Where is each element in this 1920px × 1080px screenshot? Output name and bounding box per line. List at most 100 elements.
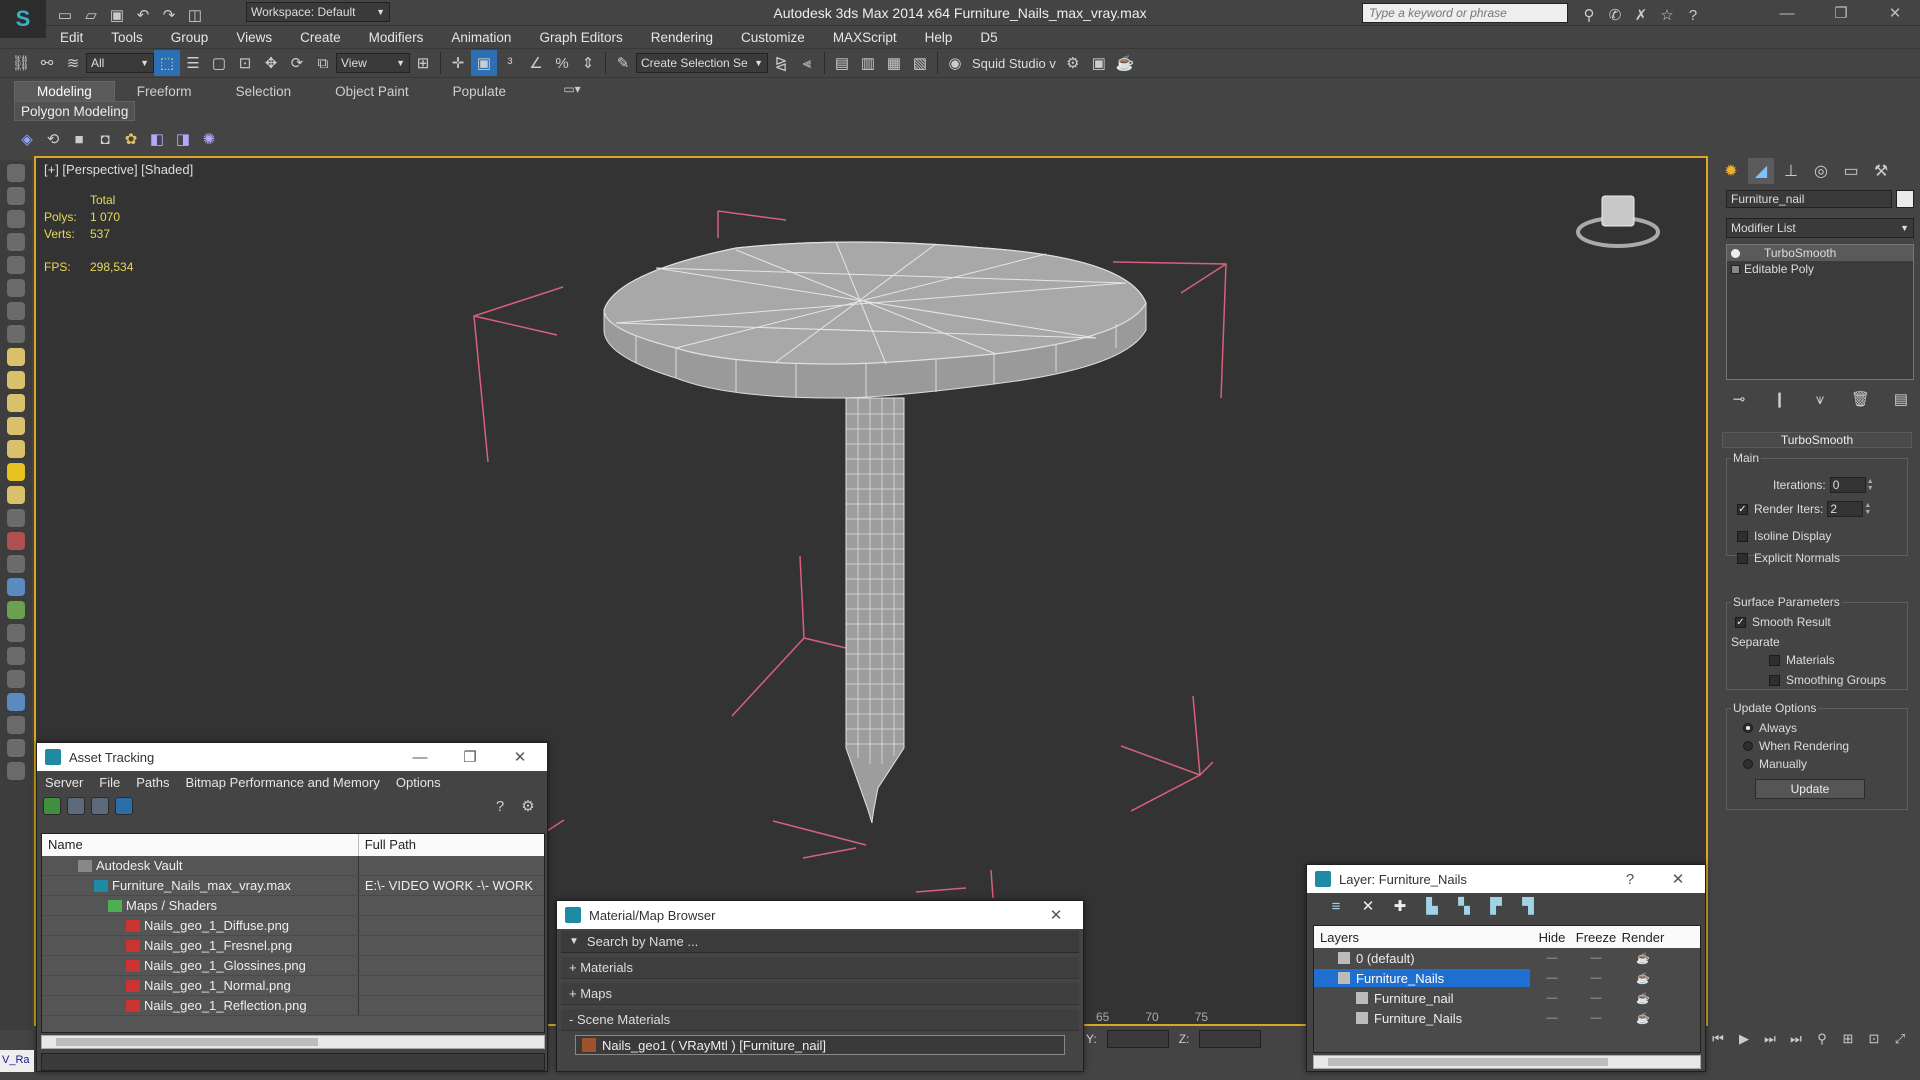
menu-item-tools[interactable]: Tools [97, 30, 157, 45]
maximize-viewport-icon[interactable]: ⤢ [1888, 1028, 1912, 1050]
close-button[interactable]: ✕ [1868, 0, 1920, 26]
layers-icon[interactable]: ◨ [170, 126, 196, 152]
explicit-normals-checkbox[interactable] [1737, 552, 1748, 564]
communication-icon[interactable]: ✆ [1602, 2, 1628, 28]
material-browser-titlebar[interactable]: Material/Map Browser ✕ [557, 901, 1083, 929]
binoculars-icon[interactable]: ⚲ [1576, 2, 1602, 28]
stack-item-turbosmooth[interactable]: TurboSmooth [1727, 245, 1913, 261]
menu-item-animation[interactable]: Animation [437, 30, 525, 45]
add-to-layer-icon[interactable]: ✚ [1389, 895, 1411, 917]
column-header-freeze[interactable]: Freeze [1574, 930, 1618, 945]
tool-icon[interactable] [7, 164, 25, 182]
select-object-icon[interactable]: ⬚ [154, 50, 180, 76]
minimize-button[interactable]: — [1760, 0, 1814, 26]
menu-item-group[interactable]: Group [157, 30, 223, 45]
settings-icon[interactable]: ⚙ [515, 793, 541, 819]
ribbon-tab-modeling[interactable]: Modeling [14, 80, 115, 102]
snaps-toggle-icon[interactable]: ³ [497, 50, 523, 76]
curve-editor-icon[interactable]: ▦ [881, 50, 907, 76]
layer-row[interactable]: Furniture_nail — — ☕ [1314, 988, 1700, 1008]
column-header-layers[interactable]: Layers [1314, 930, 1530, 945]
menu-item-d5[interactable]: D5 [966, 30, 1011, 45]
asset-row[interactable]: Furniture_Nails_max_vray.max E:\- VIDEO W… [42, 876, 544, 896]
highlight-layer-icon[interactable]: ▚ [1453, 895, 1475, 917]
spinner-arrows-icon[interactable]: ▲ ▼ [1864, 502, 1874, 516]
application-menu-button[interactable]: S [0, 0, 46, 38]
scrollbar-thumb[interactable] [1328, 1058, 1608, 1066]
tool-icon[interactable] [7, 693, 25, 711]
tool-icon[interactable] [7, 509, 25, 527]
asset-row[interactable]: Maps / Shaders [42, 896, 544, 916]
scale-icon[interactable]: ⧉ [310, 50, 336, 76]
isoline-display-checkbox[interactable] [1737, 530, 1748, 542]
ribbon-tab-object-paint[interactable]: Object Paint [313, 82, 431, 101]
layer-hide-toggle[interactable]: — [1530, 952, 1574, 964]
tool-icon[interactable] [7, 739, 25, 757]
rendered-frame-window-icon[interactable]: ▣ [1086, 50, 1112, 76]
mirror-icon[interactable]: ⧎ [768, 50, 794, 76]
tool-icon[interactable] [7, 762, 25, 780]
layer-hide-toggle[interactable]: — [1530, 992, 1574, 1004]
column-header-hide[interactable]: Hide [1530, 930, 1574, 945]
tree-view-icon[interactable] [91, 797, 109, 815]
tool-icon[interactable] [7, 624, 25, 642]
layer-hide-toggle[interactable]: — [1530, 972, 1574, 984]
ribbon-tab-populate[interactable]: Populate [431, 82, 528, 101]
tool-icon[interactable] [7, 233, 25, 251]
maximize-button[interactable]: ❐ [1814, 0, 1868, 26]
menu-item-rendering[interactable]: Rendering [637, 30, 727, 45]
lightbulb-icon[interactable] [1731, 248, 1740, 258]
expand-icon[interactable] [1731, 264, 1740, 274]
column-header-full-path[interactable]: Full Path [359, 834, 544, 856]
window-crossing-icon[interactable]: ⊡ [232, 50, 258, 76]
table-view-icon[interactable] [115, 797, 133, 815]
asset-row[interactable]: Nails_geo_1_Reflection.png [42, 996, 544, 1016]
asset-row[interactable]: Autodesk Vault [42, 856, 544, 876]
go-to-start-icon[interactable]: ⏮ [1706, 1028, 1730, 1050]
help-button[interactable]: ? [1605, 865, 1655, 893]
new-file-icon[interactable]: ▭ [52, 2, 78, 28]
percent-snap-icon[interactable]: % [549, 50, 575, 76]
tool-icon[interactable] [7, 256, 25, 274]
asset-menu-item[interactable]: File [91, 775, 128, 790]
update-button[interactable]: Update [1755, 779, 1865, 799]
cone-icon[interactable] [7, 394, 25, 412]
stack-icon[interactable]: ◧ [144, 126, 170, 152]
column-header-render[interactable]: Render [1618, 930, 1668, 945]
render-teapot-icon[interactable]: ☕ [1112, 50, 1138, 76]
remove-modifier-icon[interactable]: 🗑 [1848, 386, 1874, 412]
menu-item-maxscript[interactable]: MAXScript [819, 30, 911, 45]
hide-all-layers-icon[interactable]: ▛ [1485, 895, 1507, 917]
separate-materials-checkbox[interactable] [1769, 654, 1780, 666]
select-objects-in-layer-icon[interactable]: ▙ [1421, 895, 1443, 917]
iterations-spinner[interactable]: 0 [1829, 477, 1866, 493]
new-layer-icon[interactable]: ≡ [1325, 895, 1347, 917]
tool-icon[interactable] [7, 302, 25, 320]
unlink-icon[interactable]: ⚯ [34, 50, 60, 76]
y-coordinate-field[interactable] [1106, 1030, 1169, 1048]
sphere-icon[interactable] [7, 371, 25, 389]
angle-snap-icon[interactable]: ∠ [523, 50, 549, 76]
pivot-center-icon[interactable]: ⊞ [410, 50, 436, 76]
scene-material-item[interactable]: Nails_geo1 ( VRayMtl ) [Furniture_nail] [575, 1035, 1065, 1055]
layer-hide-toggle[interactable]: — [1530, 1012, 1574, 1024]
link-icon[interactable]: ⛓ [8, 50, 34, 76]
column-header-name[interactable]: Name [42, 834, 359, 856]
freeze-all-layers-icon[interactable]: ▜ [1517, 895, 1539, 917]
selection-filter-dropdown[interactable]: All ▼ [86, 53, 154, 73]
tool-icon[interactable] [7, 532, 25, 550]
tool-icon[interactable] [7, 578, 25, 596]
schematic-view-icon[interactable]: ▧ [907, 50, 933, 76]
tool-icon[interactable] [7, 210, 25, 228]
asset-menu-item[interactable]: Options [388, 775, 449, 790]
align-icon[interactable]: ⫷ [794, 50, 820, 76]
tool-icon[interactable] [7, 601, 25, 619]
update-manually-radio[interactable] [1743, 759, 1753, 769]
layer-horizontal-scrollbar[interactable] [1313, 1055, 1701, 1069]
layer-manager-icon[interactable]: ▤ [829, 50, 855, 76]
chevron-down-icon[interactable]: ▼ [569, 936, 579, 947]
teapot-render-icon[interactable]: ☕ [1618, 952, 1668, 965]
select-by-name-icon[interactable]: ☰ [180, 50, 206, 76]
zoom-icon[interactable]: ⚲ [1810, 1028, 1834, 1050]
tool-icon[interactable] [7, 325, 25, 343]
